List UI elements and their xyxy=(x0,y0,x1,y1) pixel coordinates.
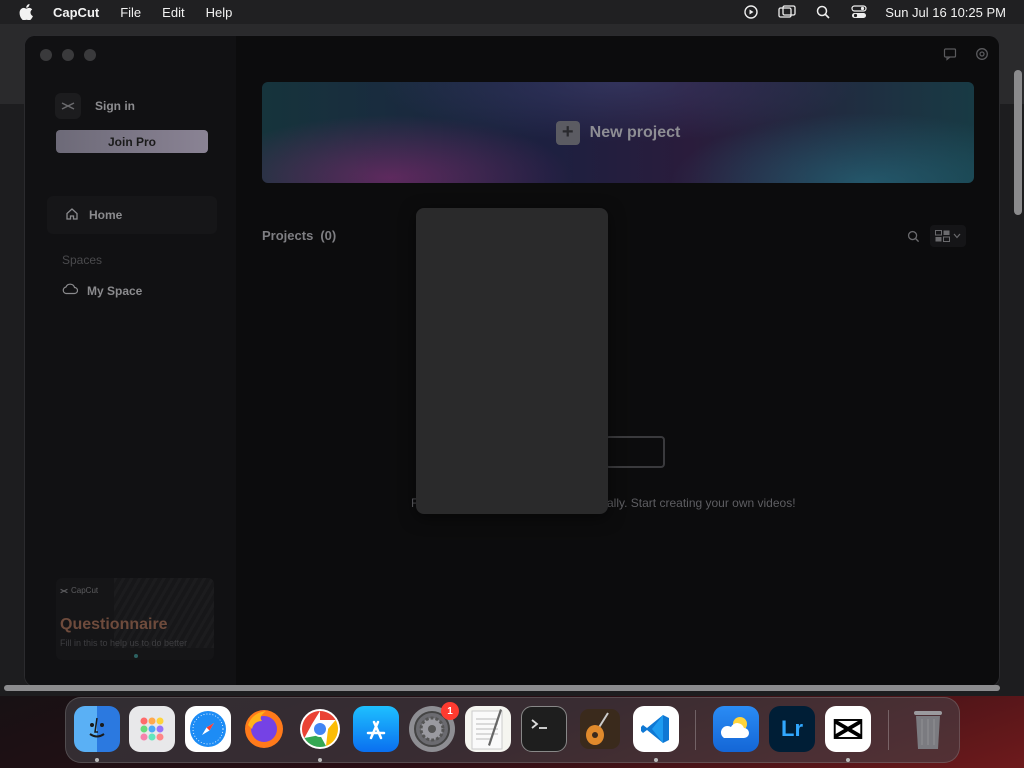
horizontal-scrollbar[interactable] xyxy=(4,685,1000,691)
projects-toolbar xyxy=(902,225,966,247)
dock-separator xyxy=(695,710,696,750)
running-indicator xyxy=(95,758,99,762)
plus-icon: + xyxy=(555,120,580,145)
carousel-indicator xyxy=(134,654,138,658)
vertical-scrollbar[interactable] xyxy=(1014,70,1022,215)
spaces-heading: Spaces xyxy=(62,253,103,267)
zoom-button[interactable] xyxy=(84,49,96,61)
control-center-icon[interactable] xyxy=(841,5,877,19)
chrome-icon[interactable] xyxy=(297,706,343,752)
chevron-down-icon xyxy=(953,233,961,239)
dock-separator xyxy=(888,710,889,750)
apple-menu-icon[interactable] xyxy=(19,4,37,20)
garageband-icon[interactable] xyxy=(577,706,623,752)
menu-clock[interactable]: Sun Jul 16 10:25 PM xyxy=(885,5,1006,20)
app-store-icon[interactable] xyxy=(353,706,399,752)
sidebar-item-label: Home xyxy=(89,208,123,222)
window-controls xyxy=(40,49,96,61)
settings-icon[interactable] xyxy=(975,47,989,66)
screen-mirror-icon[interactable] xyxy=(769,5,805,19)
new-project-button[interactable]: + New project xyxy=(262,82,974,183)
finder-icon[interactable] xyxy=(74,706,120,752)
vscode-icon[interactable] xyxy=(633,706,679,752)
running-indicator xyxy=(846,758,850,762)
menu-help[interactable]: Help xyxy=(206,5,233,20)
firefox-icon[interactable] xyxy=(241,706,287,752)
loading-popup-panel xyxy=(416,208,608,514)
trash-icon[interactable] xyxy=(905,706,951,752)
new-project-label: New project xyxy=(589,123,681,141)
questionnaire-title: Questionnaire xyxy=(60,616,168,633)
sign-in-label: Sign in xyxy=(95,99,135,113)
close-button[interactable] xyxy=(40,49,52,61)
search-icon[interactable] xyxy=(902,225,924,247)
textedit-icon[interactable] xyxy=(465,706,511,752)
menu-file[interactable]: File xyxy=(120,5,141,20)
projects-label: Projects xyxy=(262,228,314,243)
system-settings-icon[interactable]: 1 xyxy=(409,702,459,752)
capcut-window: Sign in Join Pro Home Spaces My Space Ca… xyxy=(25,36,999,686)
projects-count: (0) xyxy=(320,228,337,243)
join-pro-button[interactable]: Join Pro xyxy=(56,130,208,153)
feedback-icon[interactable] xyxy=(943,47,957,66)
screen-record-icon[interactable] xyxy=(733,5,769,19)
empty-state-message: ically. Start creating your own videos! xyxy=(598,496,796,510)
dock: 1 Lr xyxy=(65,697,960,763)
empty-state-illustration xyxy=(605,436,665,468)
grid-view-icon xyxy=(935,230,950,242)
weather-icon[interactable] xyxy=(713,706,759,752)
sidebar-item-home[interactable]: Home xyxy=(47,196,217,234)
home-icon xyxy=(65,207,79,224)
sidebar-item-label: My Space xyxy=(87,283,143,298)
capcut-logo-icon xyxy=(55,93,81,119)
questionnaire-brand: CapCut xyxy=(60,586,98,595)
questionnaire-brand-label: CapCut xyxy=(71,586,99,595)
questionnaire-subtitle: Fill in this to help us to do better xyxy=(60,638,188,648)
running-indicator xyxy=(318,758,322,762)
projects-heading: Projects (0) xyxy=(262,228,336,243)
menu-app-name[interactable]: CapCut xyxy=(53,5,99,20)
sign-in-button[interactable]: Sign in xyxy=(55,91,215,121)
minimize-button[interactable] xyxy=(62,49,74,61)
spotlight-search-icon[interactable] xyxy=(805,5,841,19)
menu-bar: CapCut File Edit Help Sun Jul 16 10:25 P… xyxy=(0,0,1024,24)
capcut-icon[interactable] xyxy=(825,706,871,752)
menu-edit[interactable]: Edit xyxy=(162,5,184,20)
questionnaire-banner[interactable]: CapCut Questionnaire Fill in this to hel… xyxy=(56,578,214,660)
notification-badge: 1 xyxy=(441,702,459,720)
titlebar-actions xyxy=(943,47,989,66)
launchpad-icon[interactable] xyxy=(129,706,175,752)
safari-icon[interactable] xyxy=(185,706,231,752)
sidebar-item-my-space[interactable]: My Space xyxy=(62,283,142,298)
view-toggle-button[interactable] xyxy=(930,225,966,247)
cloud-icon xyxy=(62,283,79,298)
running-indicator xyxy=(654,758,658,762)
terminal-icon[interactable] xyxy=(521,706,567,752)
lightroom-icon[interactable]: Lr xyxy=(769,706,815,752)
